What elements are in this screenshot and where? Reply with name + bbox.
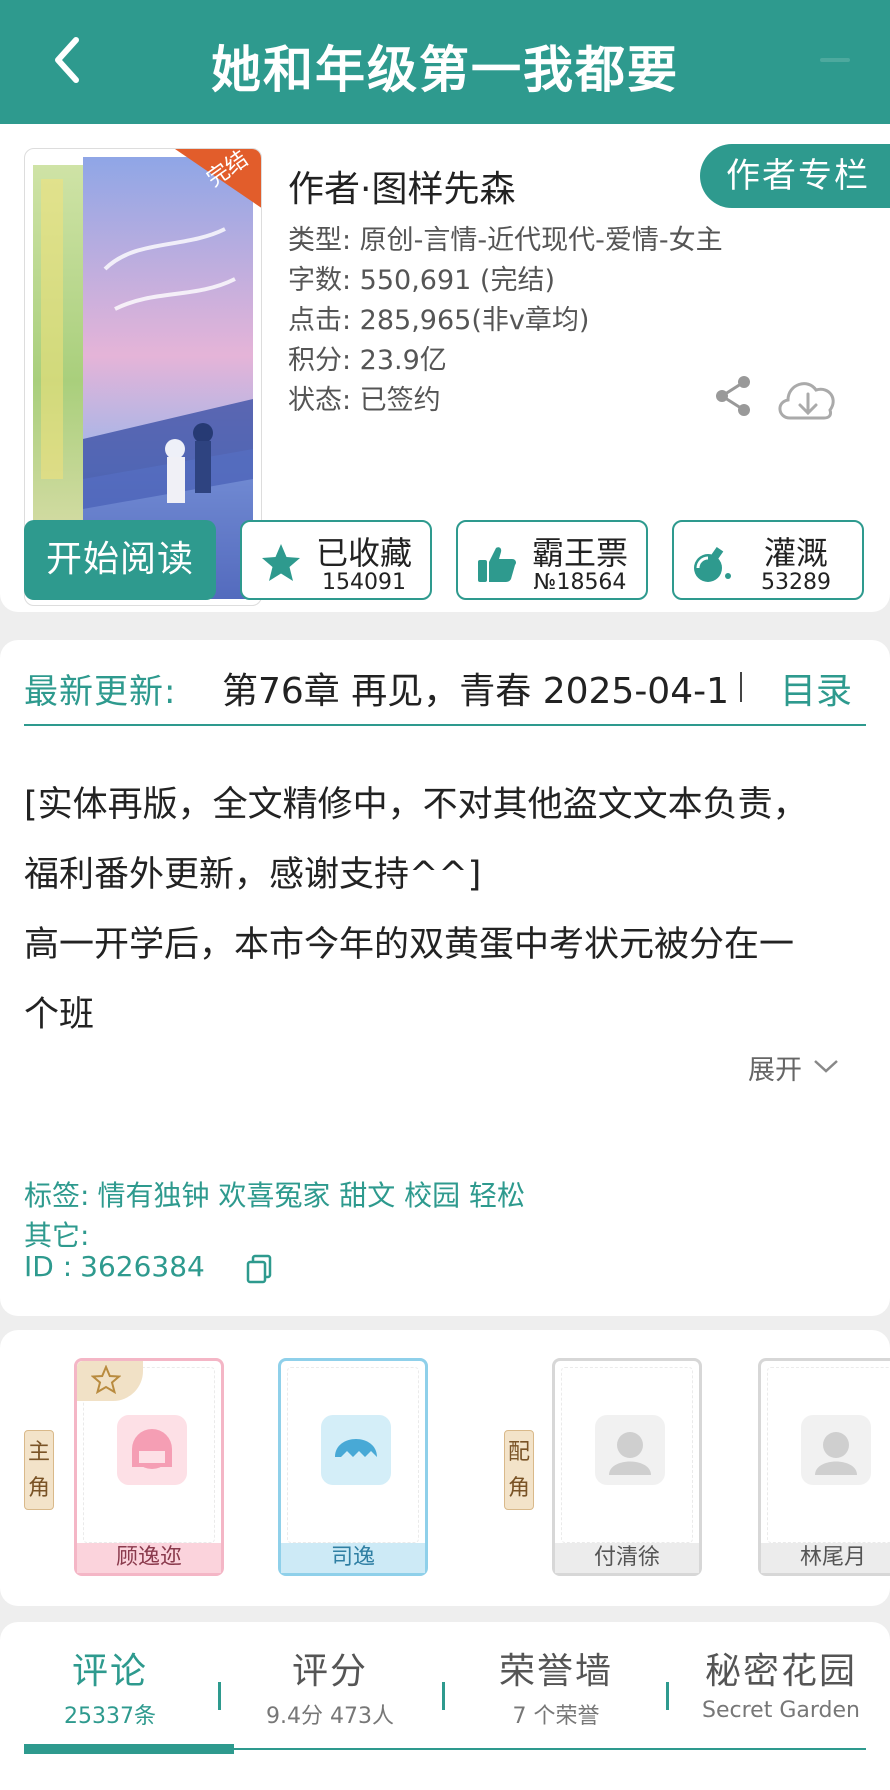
book-id: 3626384 <box>80 1250 205 1283</box>
expand-button[interactable]: 展开 <box>748 1048 802 1087</box>
meta-genre: 类型: 原创-言情-近代现代-爱情-女主 <box>288 225 723 256</box>
irrigate-button[interactable]: 灌溉 53289 <box>672 520 864 600</box>
table-of-contents-link[interactable]: 目录 <box>780 662 852 714</box>
divider <box>740 672 742 702</box>
collect-label: 已收藏 <box>315 534 412 572</box>
menu-icon[interactable] <box>820 58 850 62</box>
character-name: 司逸 <box>281 1543 425 1573</box>
ticket-count: №18564 <box>533 570 627 595</box>
tags-label: 标签: <box>24 1179 90 1212</box>
characters-strip: 主角 顾逸迩 司逸 配角 付清徐 林尾月 <box>0 1330 890 1606</box>
ticket-label: 霸王票 <box>531 534 628 572</box>
tags-row: 标签: 情有独钟 欢喜冤家 甜文 校园 轻松 <box>24 1174 525 1214</box>
other-label: 其它: <box>24 1219 90 1252</box>
star-outline-icon <box>91 1365 121 1395</box>
latest-update-bar[interactable]: 最新更新: 第76章 再见，青春 2025-04-1 目录 <box>0 640 890 750</box>
meta-word-count: 字数: 550,691 (完结) <box>288 265 555 296</box>
divider <box>442 1682 445 1710</box>
avatar <box>321 1415 391 1485</box>
character-name: 林尾月 <box>761 1543 890 1573</box>
character-card[interactable]: 顾逸迩 <box>74 1358 224 1576</box>
irrigate-count: 53289 <box>761 570 831 595</box>
tab-subtitle: 7 个荣誉 <box>512 1704 600 1729</box>
avatar <box>595 1415 665 1485</box>
synopsis: [实体再版，全文精修中，不对其他盗文文本负责， 福利番外更新，感谢支持^^] 高… <box>24 770 870 1050</box>
other-row: 其它: <box>24 1214 97 1254</box>
character-card[interactable]: 付清徐 <box>552 1358 702 1576</box>
start-reading-button[interactable]: 开始阅读 <box>24 520 216 600</box>
meta-score: 积分: 23.9亿 <box>288 345 447 376</box>
book-info-card: 完结 作者·图样先森 作者专栏 类型: 原创-言情-近代现代-爱情-女主 字数:… <box>0 124 890 612</box>
share-icon[interactable] <box>712 374 756 418</box>
author-column-button[interactable]: 作者专栏 <box>700 144 890 208</box>
id-label: ID : <box>24 1250 73 1283</box>
cloud-download-icon[interactable] <box>774 372 842 424</box>
latest-update-label: 最新更新: <box>24 672 177 712</box>
tab-title: 评论 <box>71 1651 148 1692</box>
active-tab-indicator <box>24 1744 234 1754</box>
meta-status: 状态: 已签约 <box>288 385 441 416</box>
meta-clicks: 点击: 285,965(非v章均) <box>288 305 590 336</box>
irrigate-label: 灌溉 <box>763 534 828 572</box>
character-name: 顾逸迩 <box>77 1543 221 1573</box>
tags-value[interactable]: 情有独钟 欢喜冤家 甜文 校园 轻松 <box>97 1179 525 1212</box>
star-icon <box>260 542 302 584</box>
character-name: 付清徐 <box>555 1543 699 1573</box>
bottom-tabs: 评论 25337条 评分 9.4分 473人 荣誉墙 7 个荣誉 秘密花园 Se… <box>0 1622 890 1790</box>
tab-subtitle: Secret Garden <box>702 1698 860 1723</box>
top-bar: 她和年级第一我都要 <box>0 0 890 124</box>
page-title: 她和年级第一我都要 <box>211 41 679 99</box>
character-card[interactable]: 林尾月 <box>758 1358 890 1576</box>
tab-title: 评分 <box>291 1651 368 1692</box>
avatar <box>801 1415 871 1485</box>
supporting-characters-tag: 配角 <box>504 1430 534 1510</box>
thumbs-up-icon <box>476 542 518 584</box>
collect-count: 154091 <box>322 570 406 595</box>
tab-title: 秘密花园 <box>704 1651 857 1692</box>
character-card[interactable]: 司逸 <box>278 1358 428 1576</box>
divider <box>24 724 866 726</box>
main-characters-tag: 主角 <box>24 1430 54 1510</box>
tab-secret-garden[interactable]: 秘密花园 Secret Garden <box>678 1642 884 1723</box>
divider <box>666 1682 669 1710</box>
synopsis-line: 个班 <box>24 995 95 1035</box>
collect-button[interactable]: 已收藏 154091 <box>240 520 432 600</box>
tab-subtitle: 25337条 <box>64 1704 156 1729</box>
avatar <box>117 1415 187 1485</box>
copy-icon[interactable] <box>246 1254 272 1284</box>
tab-comments[interactable]: 评论 25337条 <box>10 1642 210 1730</box>
nutrient-bottle-icon <box>692 542 734 584</box>
id-row: ID :3626384 <box>24 1250 205 1283</box>
synopsis-line: 福利番外更新，感谢支持^^] <box>24 855 482 895</box>
synopsis-line: [实体再版，全文精修中，不对其他盗文文本负责， <box>24 785 808 825</box>
tab-title: 荣誉墙 <box>498 1651 613 1692</box>
divider <box>218 1682 221 1710</box>
tab-honor-wall[interactable]: 荣誉墙 7 个荣誉 <box>456 1642 656 1730</box>
tab-subtitle: 9.4分 473人 <box>266 1704 394 1729</box>
overlord-ticket-button[interactable]: 霸王票 №18564 <box>456 520 648 600</box>
chevron-down-icon[interactable] <box>812 1056 840 1076</box>
tab-rating[interactable]: 评分 9.4分 473人 <box>230 1642 430 1730</box>
author-name[interactable]: 作者·图样先森 <box>288 160 515 212</box>
latest-chapter[interactable]: 第76章 再见，青春 2025-04-1 <box>222 662 742 714</box>
synopsis-line: 高一开学后，本市今年的双黄蛋中考状元被分在一 <box>24 925 795 965</box>
description-card: [实体再版，全文精修中，不对其他盗文文本负责， 福利番外更新，感谢支持^^] 高… <box>0 750 890 1316</box>
